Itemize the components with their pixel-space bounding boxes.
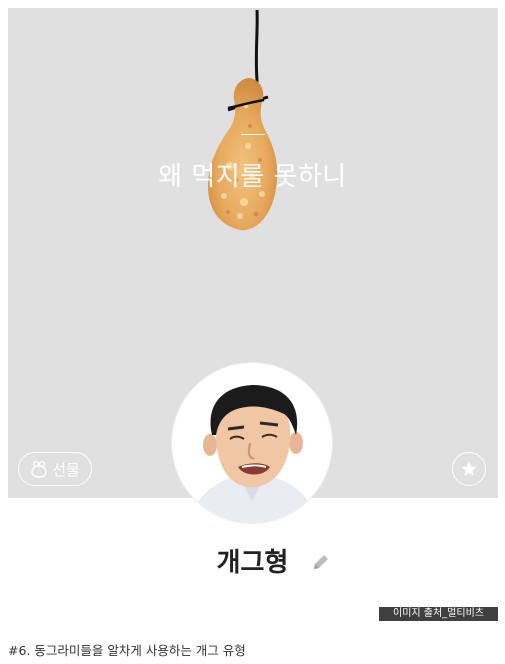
avatar-photo bbox=[190, 385, 316, 523]
status-message: 왜 먹지를 못하니 bbox=[158, 162, 347, 192]
pencil-icon[interactable] bbox=[311, 552, 331, 572]
status-divider bbox=[241, 134, 265, 135]
gift-button[interactable]: 선물 bbox=[18, 452, 92, 486]
gift-icon bbox=[31, 460, 47, 478]
caption: #6. 동그라미들을 알차게 사용하는 개그 유형 bbox=[8, 643, 246, 658]
favorite-button[interactable] bbox=[452, 452, 486, 486]
profile-name: 개그형 bbox=[216, 548, 289, 578]
gift-label: 선물 bbox=[52, 460, 80, 479]
avatar[interactable] bbox=[172, 363, 332, 523]
image-source-watermark: 이미지 출처_멀티비츠 bbox=[379, 607, 498, 621]
star-icon bbox=[461, 461, 477, 476]
